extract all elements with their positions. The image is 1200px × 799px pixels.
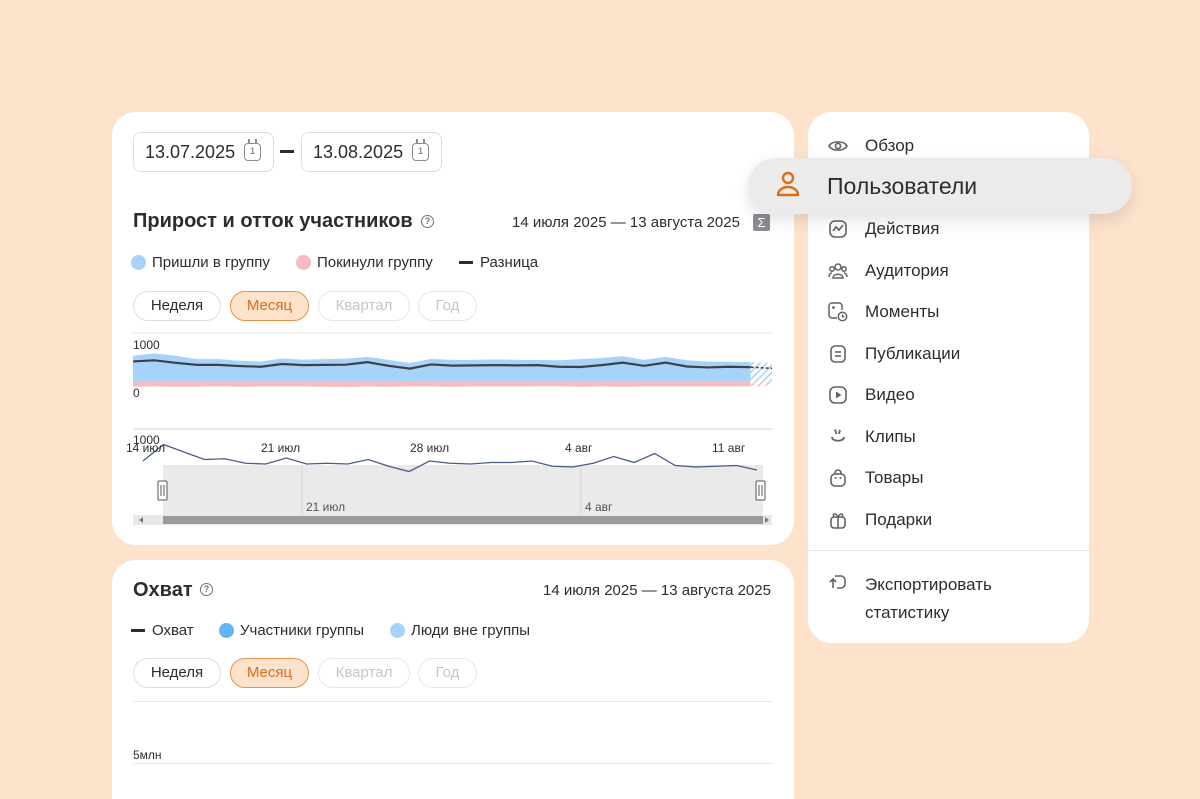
reach-card: Охват ? 14 июля 2025 — 13 августа 2025 О… <box>112 560 794 799</box>
series-left-forecast <box>750 381 772 387</box>
menu-item-video[interactable]: Видео <box>828 380 915 410</box>
menu-item-actions[interactable]: Действия <box>828 214 939 244</box>
export-icon <box>828 571 848 591</box>
menu-label: Клипы <box>865 427 916 446</box>
menu-label: Пользователи <box>827 172 978 199</box>
menu-label: Действия <box>865 219 940 238</box>
growth-card: 13.07.2025 1 13.08.2025 1 Прирост и отто… <box>112 112 794 545</box>
clips-icon <box>828 427 848 447</box>
navigator-tick: 4 авг <box>585 500 613 514</box>
menu-label: Моменты <box>865 302 940 321</box>
legend-line-icon <box>131 629 145 632</box>
growth-chart[interactable] <box>112 112 794 545</box>
bag-icon <box>828 468 848 488</box>
menu-item-publications[interactable]: Публикации <box>828 339 960 369</box>
grid-line <box>133 763 772 764</box>
legend-dot-icon <box>219 623 234 638</box>
tab-quarter[interactable]: Квартал <box>318 658 410 688</box>
y-label-zero: 0 <box>133 386 140 400</box>
reach-title: Охват <box>133 579 193 601</box>
export-label-line1: Экспортировать <box>865 575 992 594</box>
play-icon <box>828 385 848 405</box>
eye-icon <box>828 136 848 156</box>
menu-label: Видео <box>865 385 915 404</box>
navigator-tick: 21 июл <box>306 500 346 514</box>
series-joined-area <box>133 353 751 381</box>
x-tick: 11 авг <box>712 441 746 455</box>
y-label-top: 1000 <box>133 338 160 352</box>
y-label: 5млн <box>133 748 162 762</box>
series-joined-forecast <box>750 362 772 381</box>
navigator-right-handle[interactable] <box>755 480 766 501</box>
tab-month[interactable]: Месяц <box>230 658 309 688</box>
menu-item-moments[interactable]: Моменты <box>828 297 939 327</box>
chart-icon <box>828 219 848 239</box>
x-tick: 21 июл <box>261 441 301 455</box>
menu-divider <box>808 550 1089 551</box>
x-tick: 4 авг <box>565 441 593 455</box>
navigator-selection[interactable] <box>163 465 763 515</box>
legend-members[interactable]: Участники группы <box>219 622 364 639</box>
legend-label: Охват <box>152 622 194 639</box>
tab-week[interactable]: Неделя <box>133 658 221 688</box>
legend-dot-icon <box>390 623 405 638</box>
menu-label: Товары <box>865 468 924 487</box>
reach-period: 14 июля 2025 — 13 августа 2025 <box>543 582 771 599</box>
menu-label: Публикации <box>865 344 961 363</box>
menu-item-gifts[interactable]: Подарки <box>828 505 932 535</box>
grid-line <box>133 701 772 702</box>
export-label-line2: статистику <box>865 603 950 622</box>
people-icon <box>828 261 848 281</box>
menu-label: Аудитория <box>865 261 949 280</box>
legend-reach[interactable]: Охват <box>131 622 194 639</box>
menu-item-goods[interactable]: Товары <box>828 463 923 493</box>
menu-item-overview[interactable]: Обзор <box>828 131 914 161</box>
x-tick: 14 июл <box>126 441 166 455</box>
help-icon[interactable]: ? <box>200 583 213 596</box>
menu-label: Подарки <box>865 510 933 529</box>
user-icon <box>776 171 800 202</box>
x-tick: 28 июл <box>410 441 450 455</box>
legend-outsiders[interactable]: Люди вне группы <box>390 622 530 639</box>
legend-label: Люди вне группы <box>411 622 530 639</box>
tab-year[interactable]: Год <box>418 658 477 688</box>
menu-item-audience[interactable]: Аудитория <box>828 256 949 286</box>
scrollbar-thumb[interactable] <box>163 516 763 524</box>
document-icon <box>828 344 848 364</box>
moments-icon <box>828 302 848 322</box>
legend-label: Участники группы <box>240 622 364 639</box>
navigator-left-handle[interactable] <box>157 480 168 501</box>
series-left-area <box>133 381 751 387</box>
gift-icon <box>828 510 848 530</box>
menu-item-clips[interactable]: Клипы <box>828 422 916 452</box>
menu-item-users[interactable]: Пользователи <box>748 158 1132 214</box>
menu-label: Обзор <box>865 136 915 155</box>
